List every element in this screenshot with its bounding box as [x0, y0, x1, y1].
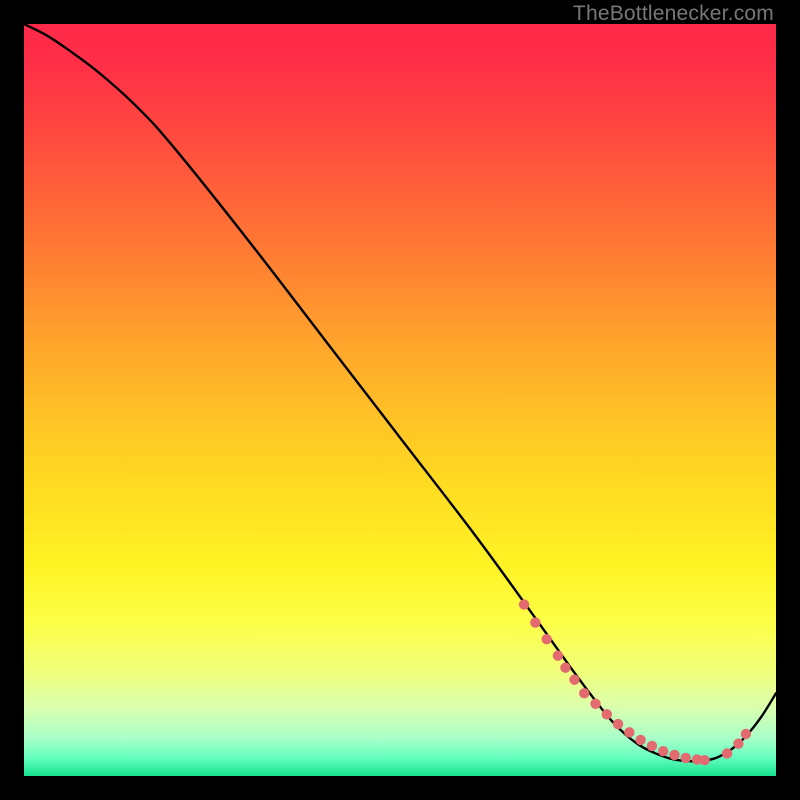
- gradient-background: [24, 24, 776, 776]
- watermark-text: TheBottlenecker.com: [573, 2, 774, 26]
- marker-dot: [733, 738, 743, 748]
- bottleneck-chart: [24, 24, 776, 776]
- marker-dot: [579, 688, 589, 698]
- marker-dot: [553, 650, 563, 660]
- marker-dot: [541, 634, 551, 644]
- marker-dot: [624, 727, 634, 737]
- marker-dot: [560, 663, 570, 673]
- marker-dot: [590, 699, 600, 709]
- chart-frame: [24, 24, 776, 776]
- marker-dot: [741, 729, 751, 739]
- marker-dot: [602, 709, 612, 719]
- marker-dot: [658, 746, 668, 756]
- marker-dot: [722, 748, 732, 758]
- marker-dot: [519, 599, 529, 609]
- marker-dot: [530, 617, 540, 627]
- marker-dot: [699, 755, 709, 765]
- marker-dot: [647, 741, 657, 751]
- marker-dot: [669, 750, 679, 760]
- marker-dot: [681, 753, 691, 763]
- marker-dot: [613, 719, 623, 729]
- marker-dot: [569, 675, 579, 685]
- marker-dot: [635, 735, 645, 745]
